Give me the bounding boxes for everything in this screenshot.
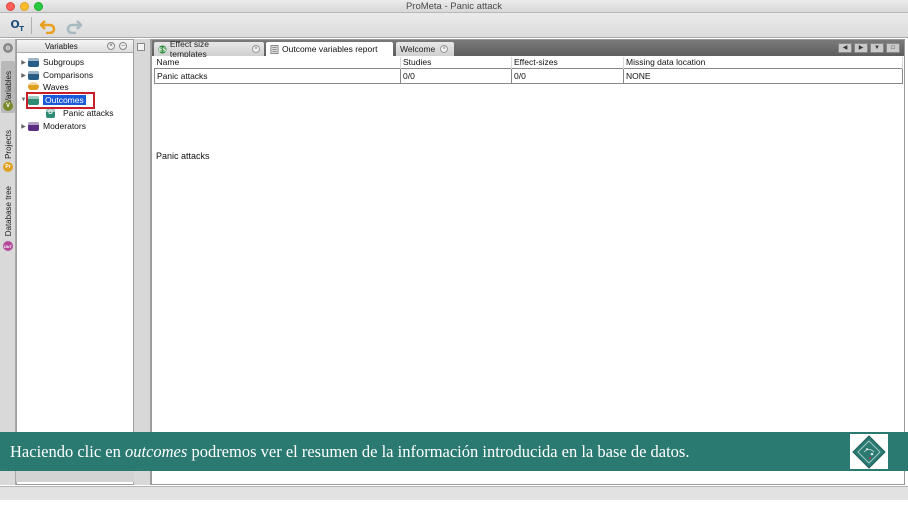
cell-studies: 0/0: [400, 67, 512, 84]
column-header-effect-sizes: Effect-sizes: [511, 57, 624, 68]
ot-button[interactable]: OT: [7, 16, 27, 35]
tab-bar: ES Effect size templates × Outcome varia…: [152, 39, 904, 59]
ot-icon: OT: [10, 17, 24, 34]
close-tab-icon[interactable]: ×: [440, 45, 449, 53]
cell-effect-sizes: 0/0: [511, 67, 624, 84]
undo-icon: [39, 19, 56, 34]
projects-badge: Pr: [1, 161, 15, 173]
caption-text-before: Haciendo clic en: [10, 442, 125, 461]
status-bar: [0, 486, 908, 500]
maximize-button[interactable]: □: [886, 43, 900, 53]
column-header-studies: Studies: [400, 57, 512, 68]
moderators-folder-icon: [28, 121, 39, 131]
restore-panel-icon[interactable]: [137, 43, 145, 51]
tab-label: Outcome variables report: [282, 44, 378, 54]
table-header-row: Name Studies Effect-sizes Missing data l…: [154, 57, 903, 68]
report-section-title: Panic attacks: [156, 151, 210, 161]
tab-projects[interactable]: Projects: [1, 125, 15, 163]
table-row[interactable]: Panic attacks 0/0 0/0 NONE: [154, 67, 903, 84]
tab-list-button[interactable]: ▼: [870, 43, 884, 53]
outcome-variable-icon: O: [46, 108, 57, 118]
variables-panel-title: Variables: [45, 42, 78, 51]
panel-close-icon[interactable]: ×: [107, 42, 115, 50]
panel-minimize-icon[interactable]: –: [119, 42, 127, 50]
caption-text-after: podremos ver el resumen de la informació…: [187, 442, 690, 461]
cell-missing-data: NONE: [623, 67, 903, 84]
outcome-report: Name Studies Effect-sizes Missing data l…: [154, 57, 903, 161]
variables-panel-header: Variables × –: [17, 40, 133, 53]
tab-welcome[interactable]: Welcome ×: [396, 42, 454, 56]
tree-item-comparisons[interactable]: ▶ Comparisons: [19, 69, 93, 81]
undo-button[interactable]: [38, 16, 58, 35]
side-strip: ⚙ Variables V Projects Pr Database tree …: [0, 39, 16, 485]
effect-size-templates-icon: ES: [158, 45, 167, 53]
tab-database-tree-label: Database tree: [3, 186, 13, 237]
expand-arrow-icon[interactable]: ▶: [19, 59, 28, 66]
tree-item-label: Moderators: [43, 121, 86, 131]
window-title: ProMeta - Panic attack: [405, 1, 503, 12]
tab-next-button[interactable]: ▶: [854, 43, 868, 53]
close-tab-icon[interactable]: ×: [252, 45, 260, 53]
projects-icon: Pr: [3, 162, 13, 172]
column-header-name: Name: [154, 57, 401, 68]
brand-logo: [850, 434, 888, 469]
tab-label: Effect size templates: [169, 39, 209, 59]
tab-projects-label: Projects: [3, 129, 13, 159]
tab-variables-label: Variables: [3, 70, 13, 104]
variables-panel-footer: [16, 470, 134, 482]
tree-item-subgroups[interactable]: ▶ Subgroups: [19, 56, 84, 68]
column-header-missing-data: Missing data location: [623, 57, 903, 68]
comparisons-folder-icon: [28, 70, 39, 80]
caption-text-emphasis: outcomes: [124, 442, 188, 461]
tab-outcome-variables-report[interactable]: Outcome variables report: [266, 42, 393, 56]
report-table: Name Studies Effect-sizes Missing data l…: [154, 57, 903, 84]
tab-database-tree[interactable]: Database tree: [1, 184, 15, 239]
tree-item-moderators[interactable]: ▶ Moderators: [19, 120, 86, 132]
expand-arrow-icon[interactable]: ▶: [19, 72, 28, 79]
toolbar-separator: [31, 17, 32, 34]
tree-item-label: Subgroups: [43, 57, 85, 67]
tree-item-label: Panic attacks: [63, 108, 114, 118]
waves-icon: [28, 82, 39, 90]
database-tree-icon: DbT: [3, 241, 13, 251]
report-icon: [270, 44, 279, 54]
tree-item-label: Waves: [43, 82, 69, 90]
caption-banner: Haciendo clic en outcomes podremos ver e…: [0, 432, 908, 471]
tab-effect-size-templates[interactable]: ES Effect size templates ×: [154, 39, 264, 59]
outcomes-highlight-box: [26, 92, 95, 109]
main-content: ES Effect size templates × Outcome varia…: [151, 39, 905, 485]
strip-settings-button[interactable]: ⚙: [1, 42, 15, 54]
tab-navigation: ◀ ▶ ▼ □: [838, 43, 900, 53]
gear-icon: ⚙: [3, 43, 13, 53]
tab-label: Welcome: [400, 44, 436, 54]
redo-icon: [66, 19, 83, 34]
variables-badge: V: [1, 100, 15, 112]
expand-arrow-icon[interactable]: ▶: [19, 123, 28, 130]
cell-name: Panic attacks: [154, 67, 401, 84]
tab-prev-button[interactable]: ◀: [838, 43, 852, 53]
variables-icon: V: [3, 101, 13, 111]
title-bar: ProMeta - Panic attack: [0, 0, 908, 13]
tree-item-waves[interactable]: Waves: [19, 82, 69, 90]
svg-text:ES: ES: [159, 47, 167, 53]
caption-text: Haciendo clic en outcomes podremos ver e…: [10, 442, 689, 462]
diamond-logo-icon: [852, 434, 886, 469]
panel-splitter[interactable]: [134, 39, 151, 485]
database-tree-badge: DbT: [1, 240, 15, 252]
toolbar: OT: [0, 13, 908, 38]
subgroups-folder-icon: [28, 57, 39, 67]
tree-item-label: Comparisons: [43, 70, 94, 80]
redo-button[interactable]: [64, 16, 84, 35]
